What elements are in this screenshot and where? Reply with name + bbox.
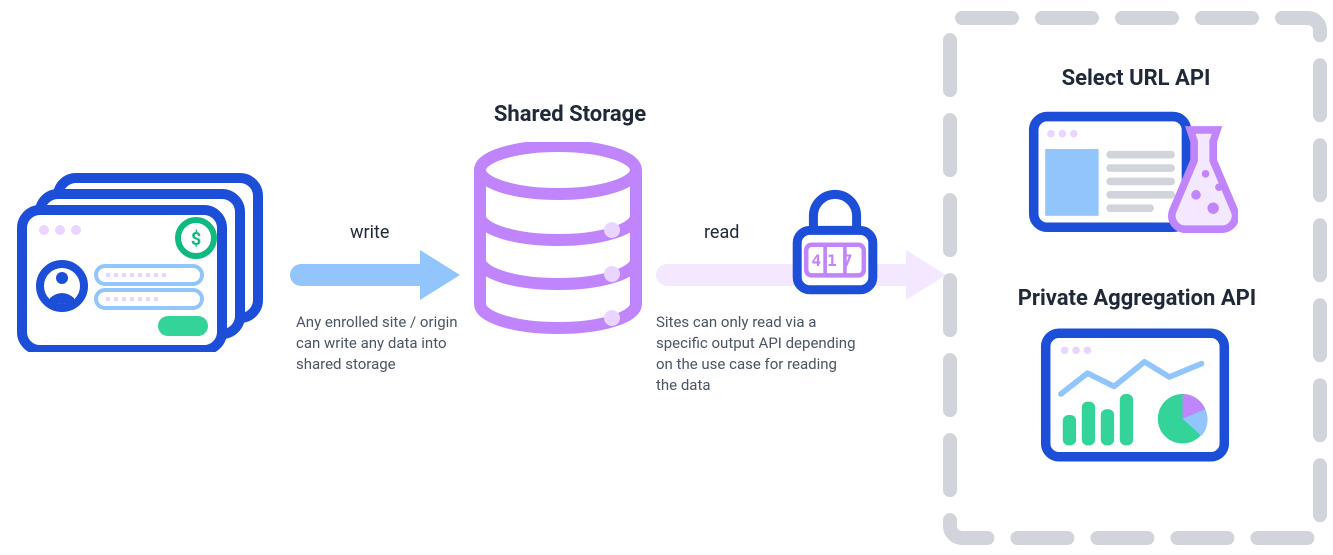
read-description: Sites can only read via a specific outpu… <box>656 312 856 396</box>
shared-storage-title: Shared Storage <box>470 102 670 127</box>
select-url-title: Select URL API <box>1006 66 1266 91</box>
database-icon <box>468 142 648 342</box>
lock-icon <box>790 188 880 298</box>
write-description: Any enrolled site / origin can write any… <box>296 312 466 375</box>
private-aggregation-icon <box>1040 320 1230 470</box>
lock-value: 417 <box>810 251 860 270</box>
read-label: read <box>704 222 739 243</box>
websites-icon: $ <box>10 172 270 352</box>
write-label: write <box>350 222 389 243</box>
select-url-icon <box>1028 100 1238 240</box>
write-arrow-icon <box>290 250 460 300</box>
svg-text:$: $ <box>191 229 201 250</box>
private-aggregation-title: Private Aggregation API <box>982 286 1292 311</box>
